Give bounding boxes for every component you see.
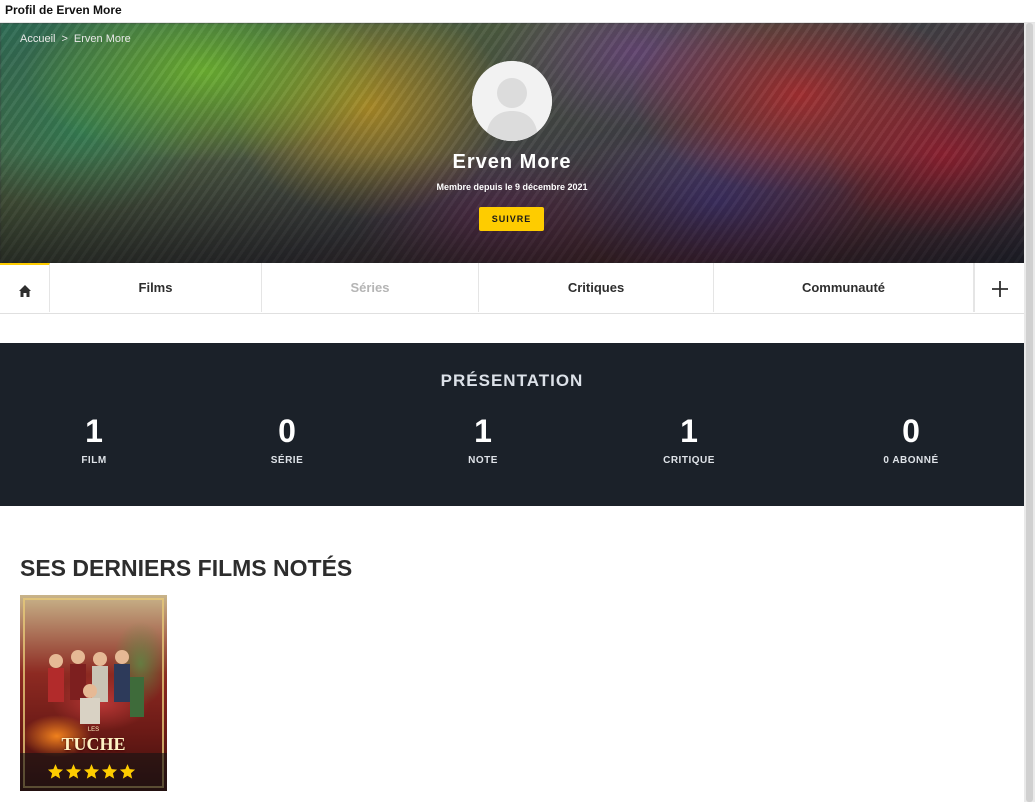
stat-films[interactable]: 1 FILM	[14, 413, 174, 466]
poster-artwork	[48, 650, 144, 724]
tab-communaute[interactable]: Communauté	[714, 263, 974, 312]
star-icon	[65, 764, 82, 779]
follow-button[interactable]: SUIVRE	[479, 207, 544, 231]
page-title: Profil de Erven More	[5, 3, 122, 17]
star-icon	[47, 764, 64, 779]
tab-series: Séries	[262, 263, 479, 312]
stat-abonnes[interactable]: 0 0 ABONNÉ	[831, 413, 991, 466]
stat-value: 1	[474, 413, 492, 449]
breadcrumb-current: Erven More	[73, 33, 131, 45]
stat-series[interactable]: 0 SÉRIE	[207, 413, 367, 466]
star-icon	[83, 764, 100, 779]
scrollbar[interactable]	[1024, 23, 1035, 802]
stat-notes[interactable]: 1 NOTE	[403, 413, 563, 466]
tab-critiques[interactable]: Critiques	[479, 263, 714, 312]
star-icon	[119, 764, 136, 779]
member-since: Membre depuis le 9 décembre 2021	[436, 182, 588, 192]
stat-label: 0 ABONNÉ	[883, 455, 939, 466]
default-user-icon	[472, 61, 552, 141]
tab-more[interactable]	[974, 263, 1024, 312]
scrollbar-thumb[interactable]	[1026, 23, 1033, 802]
tab-films[interactable]: Films	[50, 263, 262, 312]
stat-critiques[interactable]: 1 CRITIQUE	[609, 413, 769, 466]
stat-label: NOTE	[468, 455, 498, 466]
home-icon	[18, 284, 31, 297]
avatar	[472, 61, 552, 141]
stat-label: SÉRIE	[270, 455, 304, 466]
poster-logo: TUCHE	[61, 734, 126, 754]
profile-tabs: Films Séries Critiques Communauté	[0, 263, 1024, 314]
plus-icon	[991, 280, 1008, 297]
stat-value: 0	[902, 413, 920, 449]
stat-value: 1	[85, 413, 103, 449]
presentation-title: PRÉSENTATION	[440, 371, 584, 390]
breadcrumb-separator: >	[61, 33, 68, 45]
star-icon	[101, 764, 118, 779]
section-title-last-films: SES DERNIERS FILMS NOTÉS	[20, 555, 353, 581]
presentation-section: PRÉSENTATION 1 FILM 0 SÉRIE 1 NOTE 1 CRI…	[0, 343, 1024, 506]
breadcrumb-home-link[interactable]: Accueil	[20, 33, 55, 45]
profile-banner: Accueil > Erven More Erven More Membre d…	[0, 23, 1024, 263]
stat-label: CRITIQUE	[663, 455, 715, 466]
tab-home[interactable]	[0, 263, 50, 312]
poster-logo-prefix: LES	[87, 727, 100, 733]
stat-value: 1	[680, 413, 698, 449]
stat-value: 0	[278, 413, 296, 449]
profile-name: Erven More	[452, 151, 572, 173]
film-card[interactable]: LES TUCHE	[20, 595, 167, 791]
breadcrumb: Accueil > Erven More	[20, 33, 131, 45]
rating-stars	[47, 763, 136, 780]
rating-bar	[20, 753, 167, 791]
stat-label: FILM	[81, 455, 107, 466]
